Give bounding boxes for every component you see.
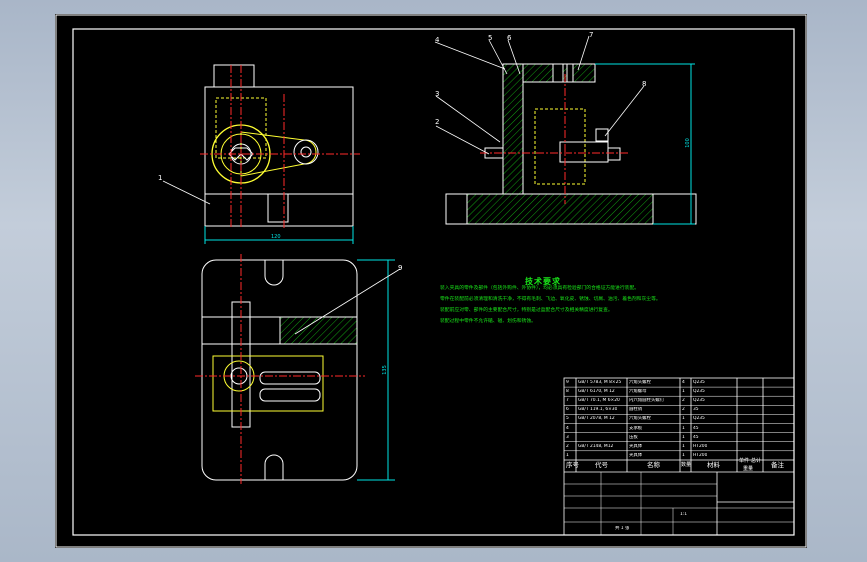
bom-cell-qty: 1 — [682, 416, 685, 422]
top-view — [195, 254, 395, 484]
bom-cell-no: 5 — [566, 416, 569, 422]
bom-cell-name: 夹具体 — [629, 452, 643, 458]
side-section-view — [445, 63, 697, 225]
bom-cell-name: 六角头螺栓 — [629, 416, 651, 422]
bom-cell-mat: Q235 — [693, 389, 705, 395]
bom-cell-mat: HT200 — [693, 443, 708, 449]
bom-header-weight: 重量 — [743, 466, 754, 472]
bom-header-mat: 材料 — [707, 461, 720, 469]
dim-side-height: 100 — [684, 138, 691, 148]
tech-req-line-2: 零件在装配前必须清理和清洗干净，不得有毛刺、飞边、氧化皮、锈蚀、切屑、油污、着色… — [440, 297, 661, 302]
bom-cell-mat: Q235 — [693, 380, 705, 385]
bom-cell-qty: 2 — [682, 398, 685, 404]
bom-cell-no: 7 — [566, 398, 569, 404]
balloon-4: 4 — [435, 36, 440, 44]
bom-cell-name: 六角头螺栓 — [629, 380, 651, 385]
tech-req-line-3: 装配前应对零、部件的主要配合尺寸，特别是过盈配合尺寸及相关精度进行复查。 — [440, 308, 613, 313]
bom-cell-qty: 4 — [682, 380, 685, 385]
bom-cell-name: 内六角圆柱头螺钉 — [629, 398, 665, 404]
bom-cell-qty: 1 — [682, 434, 685, 440]
bom-cell-code: GB/T 2078, M 12 — [578, 416, 615, 422]
title-scale: 1:1 — [680, 512, 688, 517]
balloon-9: 9 — [398, 264, 403, 272]
bom-cell-no: 8 — [566, 389, 569, 395]
bom-cell-name: 压板 — [629, 434, 638, 440]
balloon-3: 3 — [435, 90, 440, 98]
bom-cell-code: GB/T 70.1, M 6×20 — [578, 398, 620, 404]
bom-cell-qty: 1 — [682, 443, 685, 449]
bom-cell-no: 3 — [566, 434, 569, 440]
bom-cell-qty: 1 — [682, 389, 685, 395]
bom-header-code: 代号 — [595, 461, 608, 469]
balloon-7: 7 — [589, 31, 594, 39]
drawing-sheet: 1 2 3 4 5 6 7 8 9 120 100 135 技术要求 装入夹具的… — [55, 14, 807, 548]
bom-header-single: 单件 — [739, 458, 750, 464]
bom-cell-code: GB/T 119.1, 6×30 — [578, 407, 618, 413]
bom-cell-mat: 45 — [693, 434, 699, 440]
bom-header-note: 备注 — [771, 461, 784, 469]
bom-cell-qty: 2 — [682, 407, 685, 413]
balloon-2: 2 — [435, 118, 440, 126]
bom-cell-no: 1 — [566, 452, 569, 458]
outer-frame — [55, 14, 807, 548]
title-block-lines — [564, 472, 794, 535]
balloon-5: 5 — [488, 34, 493, 42]
bom-cell-mat: HT200 — [693, 452, 708, 458]
bom-cell-name: 六角螺母 — [629, 389, 647, 395]
bom-cell-code: GB/T 6170, M 12 — [578, 389, 615, 395]
bom-header-qty: 数量 — [681, 462, 692, 468]
bom-cell-no: 9 — [566, 380, 569, 385]
bom-cell-no: 6 — [566, 407, 569, 413]
bom-cell-code: GB/T 2148, M12 — [578, 443, 614, 449]
tech-req-line-4: 装配过程中零件不允许磕、碰、划伤和锈蚀。 — [440, 319, 536, 324]
bom-cell-no: 2 — [566, 443, 569, 449]
balloon-8: 8 — [642, 80, 647, 88]
bom-header-total: 总计 — [751, 458, 762, 464]
bom-cell-mat: Q235 — [693, 416, 705, 422]
dim-front-width: 120 — [271, 234, 281, 240]
bom-cell-code: GB/T 5783, M 8×25 — [578, 380, 622, 385]
bom-cell-mat: 35 — [693, 407, 699, 413]
tech-req-line-1: 装入夹具的零件及部件（包括外购件、外协件），均必须具有检验部门的合格证方能进行装… — [440, 286, 640, 291]
drawing-canvas — [55, 14, 807, 548]
balloon-1: 1 — [158, 174, 163, 182]
bom-header-no: 序号 — [566, 461, 579, 469]
bom-cell-name: 圆柱销 — [629, 407, 643, 413]
bom-cell-name: 夹具体 — [629, 443, 643, 449]
bom-cell-mat: 45 — [693, 425, 699, 431]
bom-header-name: 名称 — [647, 461, 660, 469]
front-view — [200, 64, 360, 244]
dim-top-height: 135 — [381, 365, 388, 375]
bom-cell-qty: 1 — [682, 425, 685, 431]
bom-cell-name: 支承板 — [629, 425, 643, 431]
bom-cell-mat: Q235 — [693, 398, 705, 404]
balloon-6: 6 — [507, 34, 512, 42]
bom-cell-no: 4 — [566, 425, 569, 431]
inner-frame — [72, 28, 795, 536]
title-sheet-count: 共 1 张 — [615, 526, 630, 531]
bom-cell-qty: 1 — [682, 452, 685, 458]
